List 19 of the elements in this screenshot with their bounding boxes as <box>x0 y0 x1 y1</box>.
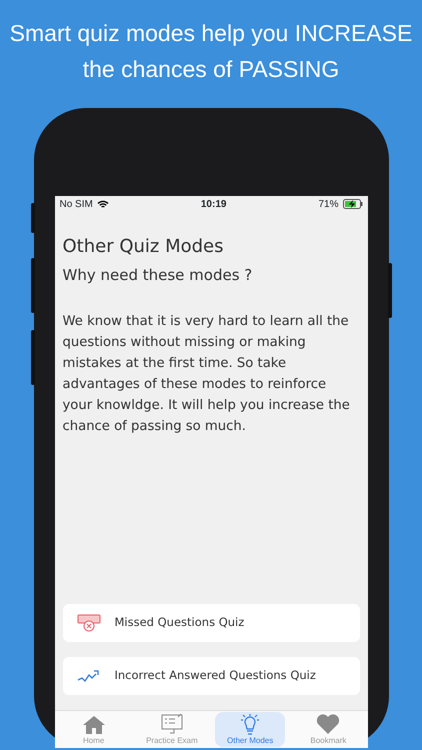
monitor-checklist-icon <box>160 713 184 735</box>
tab-item[interactable]: Other Modes <box>215 712 286 747</box>
section-subtitle: Why need these modes ? <box>62 265 254 286</box>
battery-label: 71% <box>318 198 338 212</box>
quiz-mode-item[interactable]: Missed Questions Quiz <box>62 604 360 642</box>
wifi-icon <box>96 200 109 208</box>
description-text: We know that it is very hard to learn all the questions without missing or making mistakes at the first time. So take advantages of these modes to reinforce your knowldge. It will help you increase the chance of passing so much. <box>62 312 351 436</box>
tab-item[interactable]: Bookmark <box>293 712 364 747</box>
tab-item[interactable]: Home <box>58 712 129 747</box>
trend-arrow-icon <box>76 669 100 683</box>
home-icon <box>82 715 106 735</box>
tab-item[interactable]: Practice Exam <box>136 712 207 747</box>
missed-quiz-icon <box>76 614 100 632</box>
page-title: Other Quiz Modes <box>62 235 224 259</box>
heart-icon <box>316 713 340 735</box>
time-label: 10:19 <box>200 198 226 212</box>
carrier-label: No SIM <box>60 198 93 212</box>
quiz-mode-item[interactable]: Incorrect Answered Questions Quiz <box>62 657 360 695</box>
headline: Smart quiz modes help you INCREASE the chances of PASSING <box>8 19 414 84</box>
